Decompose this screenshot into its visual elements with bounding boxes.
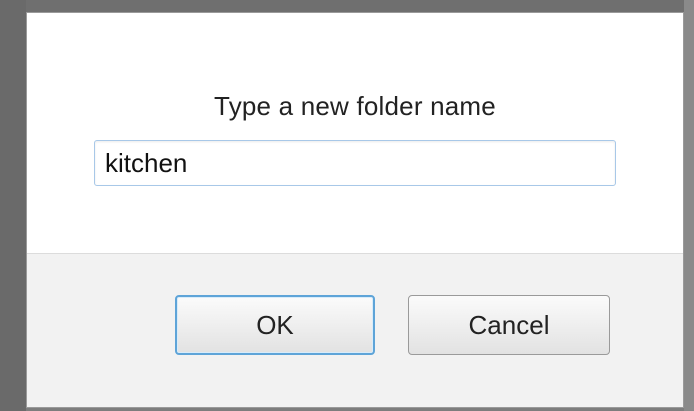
dialog-body: Type a new folder name	[27, 13, 683, 253]
ok-button[interactable]: OK	[175, 295, 375, 355]
new-folder-dialog: Type a new folder name OK Cancel	[26, 12, 684, 408]
background-window-edge	[0, 0, 26, 411]
background-window	[0, 0, 694, 12]
cancel-button[interactable]: Cancel	[408, 295, 610, 355]
folder-name-input[interactable]	[94, 140, 616, 186]
dialog-prompt: Type a new folder name	[214, 91, 496, 121]
background-window-edge-right	[684, 0, 694, 411]
